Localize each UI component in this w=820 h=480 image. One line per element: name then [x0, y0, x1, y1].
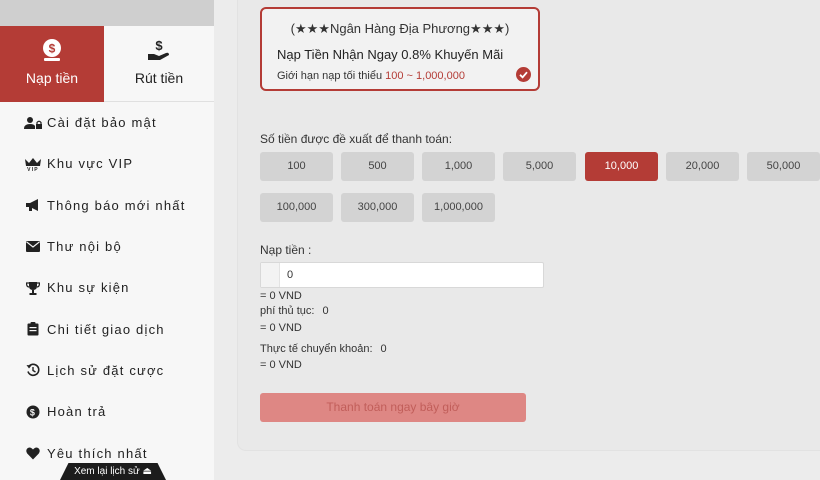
svg-text:VIP: VIP	[27, 167, 39, 171]
svg-text:$: $	[49, 42, 56, 56]
sidebar-item-label: Chi tiết giao dịch	[47, 321, 165, 337]
bank-title: (★★★Ngân Hàng Địa Phương★★★)	[290, 21, 510, 36]
sidebar-item-security[interactable]: Cài đặt bảo mật	[0, 102, 214, 143]
megaphone-icon	[24, 198, 42, 212]
sidebar-item-label: Cài đặt bảo mật	[47, 115, 157, 131]
actual-transfer-label: Thực tế chuyển khoản:	[260, 343, 373, 355]
vip-crown-icon: VIP	[24, 157, 42, 171]
deposit-amount-input[interactable]	[281, 263, 539, 287]
sidebar: $ Nạp tiền $ Rút tiền Cài đặt bảo mật VI…	[0, 0, 214, 480]
bank-promo: Nạp Tiền Nhận Ngay 0.8% Khuyến Mãi	[277, 47, 504, 62]
check-circle-icon	[516, 67, 531, 82]
amount-button[interactable]: 20,000	[666, 152, 739, 181]
sidebar-header	[0, 0, 214, 26]
suggested-amounts-label: Số tiền được đề xuất để thanh toán:	[260, 132, 453, 146]
sidebar-item-label: Lịch sử đặt cược	[47, 362, 165, 378]
tab-deposit[interactable]: $ Nạp tiền	[0, 26, 104, 102]
bank-limit: Giới hạn nạp tối thiểu 100 ~ 1,000,000	[277, 70, 465, 82]
bank-limit-range: 100 ~ 1,000,000	[385, 70, 465, 82]
sidebar-item-label: Thư nội bộ	[47, 239, 122, 255]
sidebar-item-vip[interactable]: VIP Khu vực VIP	[0, 143, 214, 184]
heart-icon	[24, 446, 42, 460]
deposit-vnd: = 0 VND	[260, 290, 302, 302]
deposit-amount-label: Nạp tiền :	[260, 243, 312, 257]
sidebar-item-transactions[interactable]: Chi tiết giao dịch	[0, 308, 214, 349]
tab-withdraw[interactable]: $ Rút tiền	[104, 26, 214, 102]
sidebar-menu: Cài đặt bảo mật VIP Khu vực VIP Thông bá…	[0, 102, 214, 474]
envelope-icon	[24, 240, 42, 254]
sidebar-item-label: Khu vực VIP	[47, 156, 134, 172]
history-toggle-button[interactable]: Xem lại lịch sử ⏏	[60, 463, 166, 480]
svg-text:$: $	[30, 407, 36, 417]
amount-button[interactable]: 100,000	[260, 193, 333, 222]
dollar-circle-icon: $	[24, 405, 42, 419]
trophy-icon	[24, 281, 42, 295]
fee-line: phí thủ tục: 0	[260, 305, 329, 317]
svg-text:$: $	[155, 38, 163, 53]
deposit-amount-field	[260, 262, 544, 288]
amount-button[interactable]: 500	[341, 152, 414, 181]
fee-label: phí thủ tục:	[260, 305, 315, 317]
history-icon	[24, 363, 42, 377]
bank-limit-label: Giới hạn nạp tối thiểu	[277, 70, 383, 82]
amount-button[interactable]: 300,000	[341, 193, 414, 222]
sidebar-item-label: Thông báo mới nhất	[47, 197, 186, 213]
tab-withdraw-label: Rút tiền	[134, 70, 184, 86]
deposit-input-prefix	[261, 263, 280, 287]
sidebar-item-label: Yêu thích nhất	[47, 445, 148, 461]
amount-button[interactable]: 50,000	[747, 152, 820, 181]
user-lock-icon	[24, 116, 42, 130]
amount-button[interactable]: 1,000	[422, 152, 495, 181]
sidebar-item-rebate[interactable]: $ Hoàn trả	[0, 391, 214, 432]
amount-button-selected[interactable]: 10,000	[585, 152, 658, 181]
pay-now-button[interactable]: Thanh toán ngay bây giờ	[260, 393, 526, 422]
actual-transfer-value: 0	[380, 343, 387, 355]
fee-vnd: = 0 VND	[260, 322, 302, 334]
fee-value: 0	[322, 305, 329, 317]
amount-button[interactable]: 1,000,000	[422, 193, 495, 222]
sidebar-item-events[interactable]: Khu sự kiện	[0, 267, 214, 308]
sidebar-item-news[interactable]: Thông báo mới nhất	[0, 185, 214, 226]
sidebar-item-label: Khu sự kiện	[47, 280, 130, 296]
clipboard-icon	[24, 322, 42, 336]
actual-transfer-line: Thực tế chuyển khoản: 0	[260, 343, 387, 355]
sidebar-item-label: Hoàn trả	[47, 404, 107, 420]
amount-button[interactable]: 5,000	[503, 152, 576, 181]
transaction-tabs: $ Nạp tiền $ Rút tiền	[0, 26, 214, 102]
hand-dollar-icon: $	[104, 38, 214, 62]
money-bag-icon: $	[0, 38, 104, 62]
actual-transfer-vnd: = 0 VND	[260, 359, 302, 371]
bank-option-card[interactable]: (★★★Ngân Hàng Địa Phương★★★) Nạp Tiền Nh…	[260, 7, 540, 91]
sidebar-item-bet-history[interactable]: Lịch sử đặt cược	[0, 350, 214, 391]
tab-deposit-label: Nạp tiền	[25, 70, 79, 86]
amount-button[interactable]: 100	[260, 152, 333, 181]
sidebar-item-inbox[interactable]: Thư nội bộ	[0, 226, 214, 267]
